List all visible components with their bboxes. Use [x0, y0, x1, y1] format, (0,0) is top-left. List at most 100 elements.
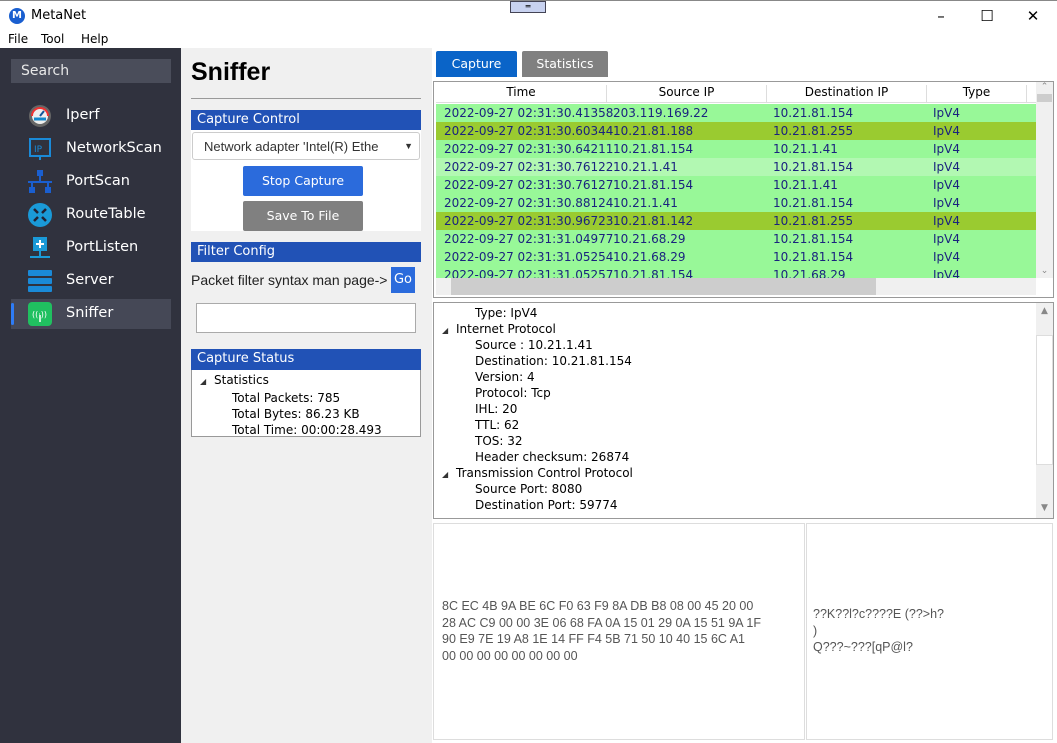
hex-line: 28 AC C9 00 00 3E 06 68 FA 0A 15 01 29 0…	[442, 615, 762, 630]
maximize-button[interactable]: ☐	[972, 5, 1002, 27]
detail-text: Internet Protocol	[456, 322, 556, 336]
cell-time: 2022-09-27 02:31:31.05254	[444, 250, 614, 264]
table-row[interactable]: 2022-09-27 02:31:31.04977 10.21.68.29 10.2…	[436, 230, 1036, 248]
cell-type: IpV4	[933, 124, 960, 138]
save-to-file-button[interactable]: Save To File	[243, 201, 363, 231]
sidebar-item-iperf[interactable]: Iperf	[11, 101, 171, 131]
cell-destination-ip: 10.21.81.154	[773, 232, 854, 246]
sidebar-item-sniffer[interactable]: ((·)) Sniffer	[11, 299, 171, 329]
cell-time: 2022-09-27 02:31:30.76127	[444, 178, 614, 192]
minimize-button[interactable]: –	[926, 5, 956, 27]
stop-capture-button[interactable]: Stop Capture	[243, 166, 363, 196]
sidebar-item-portscan[interactable]: PortScan	[11, 167, 171, 197]
sidebar-item-server[interactable]: Server	[11, 266, 171, 296]
cell-time: 2022-09-27 02:31:30.96723	[444, 214, 614, 228]
tab-statistics-view[interactable]: Statistics View	[522, 51, 608, 97]
search-input[interactable]: Search	[11, 59, 171, 83]
table-row[interactable]: 2022-09-27 02:31:30.41358 203.119.169.22 1…	[436, 104, 1036, 122]
table-row[interactable]: 2022-09-27 02:31:30.96723 10.21.81.142 10.…	[436, 212, 1036, 230]
cell-type: IpV4	[933, 106, 960, 120]
column-time[interactable]: Time	[436, 85, 607, 103]
menu-file[interactable]: File	[8, 32, 28, 46]
detail-field[interactable]: Version: 4	[434, 369, 1053, 385]
detail-section[interactable]: ◢ Internet Protocol	[434, 321, 1053, 337]
tree-node-statistics[interactable]: ◢ Statistics	[192, 372, 420, 390]
detail-field[interactable]: Destination Port: 59774	[434, 497, 1053, 513]
stat-total-bytes: Total Bytes: 86.23 KB	[232, 407, 360, 421]
network-tree-icon	[28, 170, 52, 194]
detail-field[interactable]: Source Port: 8080	[434, 481, 1053, 497]
filter-config-header: Filter Config	[191, 242, 421, 262]
page-title: Sniffer	[191, 58, 271, 86]
detail-vertical-scrollbar[interactable]: ▲ ▼	[1036, 303, 1053, 518]
collapse-triangle-icon[interactable]: ◢	[200, 374, 214, 390]
scroll-up-icon[interactable]: ⌃	[1036, 82, 1053, 92]
table-row[interactable]: 2022-09-27 02:31:30.64211 10.21.81.154 10.…	[436, 140, 1036, 158]
detail-field[interactable]: Type: IpV4	[434, 305, 1053, 321]
cell-destination-ip: 10.21.81.154	[773, 250, 854, 264]
detail-text: TOS: 32	[475, 434, 523, 448]
table-row[interactable]: 2022-09-27 02:31:30.88124 10.21.1.41 10.21…	[436, 194, 1036, 212]
detail-field[interactable]: Source : 10.21.1.41	[434, 337, 1053, 353]
scroll-down-icon[interactable]: ▼	[1036, 500, 1053, 516]
sidebar-item-portlisten[interactable]: PortListen	[11, 233, 171, 263]
packet-table: Time Source IP Destination IP Type 2022-…	[433, 81, 1054, 298]
stat-total-packets: Total Packets: 785	[232, 391, 341, 405]
table-row[interactable]: 2022-09-27 02:31:30.76127 10.21.81.154 10.…	[436, 176, 1036, 194]
menu-help[interactable]: Help	[81, 32, 108, 46]
go-button[interactable]: Go	[391, 267, 415, 293]
sidebar-item-label: RouteTable	[66, 206, 146, 222]
capture-status-tree: ◢ Statistics Total Packets: 785 Total Byt…	[191, 370, 421, 437]
scroll-up-icon[interactable]: ▲	[1036, 303, 1053, 319]
column-source-ip[interactable]: Source IP	[607, 85, 767, 103]
detail-field[interactable]: IHL: 20	[434, 401, 1053, 417]
column-destination-ip[interactable]: Destination IP	[767, 85, 927, 103]
cell-time: 2022-09-27 02:31:30.76122	[444, 160, 614, 174]
detail-text: Destination: 10.21.81.154	[475, 354, 632, 368]
vertical-scrollbar[interactable]: ⌃ ⌄	[1036, 82, 1053, 278]
collapse-triangle-icon[interactable]: ◢	[442, 323, 456, 339]
hex-line: 8C EC 4B 9A BE 6C F0 63 F9 8A DB B8 08 0…	[442, 599, 754, 613]
cell-destination-ip: 10.21.1.41	[773, 142, 838, 156]
title-bar: M MetaNet ═ – ☐ ✕	[0, 0, 1057, 30]
menu-tool[interactable]: Tool	[41, 32, 64, 46]
sidebar-item-label: Iperf	[66, 107, 100, 123]
cell-destination-ip: 10.21.81.154	[773, 160, 854, 174]
app-logo-icon: M	[9, 8, 25, 24]
cell-destination-ip: 10.21.81.255	[773, 214, 854, 228]
detail-field[interactable]: Header checksum: 26874	[434, 449, 1053, 465]
adapter-select[interactable]: Network adapter 'Intel(R) Ethe ▼	[192, 132, 420, 160]
sidebar-item-networkscan[interactable]: IP NetworkScan	[11, 134, 171, 164]
capture-status-header: Capture Status	[191, 349, 421, 370]
collapse-triangle-icon[interactable]: ◢	[442, 467, 456, 483]
scroll-down-icon[interactable]: ⌄	[1036, 266, 1053, 276]
monitor-plus-icon	[28, 236, 52, 260]
ip-icon: IP	[28, 137, 52, 161]
filter-input[interactable]	[196, 303, 416, 333]
sidebar-item-routetable[interactable]: RouteTable	[11, 200, 171, 230]
cell-time: 2022-09-27 02:31:30.60344	[444, 124, 614, 138]
horizontal-scrollbar[interactable]	[436, 278, 1036, 295]
divider	[191, 98, 421, 99]
detail-field[interactable]: TTL: 62	[434, 417, 1053, 433]
adapter-value: Network adapter 'Intel(R) Ethe	[204, 139, 379, 154]
ascii-line: Q???~???[qP@l?	[813, 640, 913, 654]
table-row[interactable]: 2022-09-27 02:31:30.76122 10.21.1.41 10.21…	[436, 158, 1036, 176]
detail-field[interactable]: Protocol: Tcp	[434, 385, 1053, 401]
table-row[interactable]: 2022-09-27 02:31:30.60344 10.21.81.188 10.…	[436, 122, 1036, 140]
cell-time: 2022-09-27 02:31:31.04977	[444, 232, 614, 246]
cell-source-ip: 10.21.1.41	[613, 160, 678, 174]
tab-capture-view[interactable]: Capture View	[436, 51, 517, 97]
cell-source-ip: 10.21.81.188	[613, 124, 694, 138]
detail-field[interactable]: TOS: 32	[434, 433, 1053, 449]
cell-time: 2022-09-27 02:31:30.64211	[444, 142, 614, 156]
table-row[interactable]: 2022-09-27 02:31:31.05254 10.21.68.29 10.2…	[436, 248, 1036, 266]
detail-section[interactable]: ◢ Transmission Control Protocol	[434, 465, 1053, 481]
scroll-thumb[interactable]	[451, 278, 876, 295]
detail-field[interactable]: Destination: 10.21.81.154	[434, 353, 1053, 369]
close-button[interactable]: ✕	[1018, 5, 1048, 27]
drag-handle-icon[interactable]: ═	[510, 1, 546, 13]
hex-line: 90 E9 7E 19 A8 1E 14 FF F4 5B 71 50 10 4…	[442, 632, 745, 646]
column-type[interactable]: Type	[927, 85, 1027, 103]
svg-text:IP: IP	[34, 145, 43, 155]
